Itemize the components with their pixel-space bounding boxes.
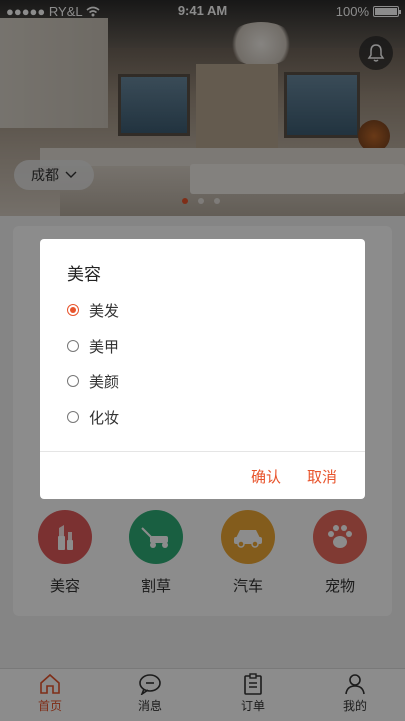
radio-icon <box>67 340 79 352</box>
option-label: 美颜 <box>89 373 120 391</box>
option-label: 化妆 <box>89 409 120 427</box>
radio-checked-icon <box>67 304 79 316</box>
option-label: 美甲 <box>89 338 120 356</box>
radio-icon <box>67 375 79 387</box>
confirm-button[interactable]: 确认 <box>251 466 281 487</box>
category-dialog: 美容 美发 美甲 美颜 化妆 确认 取消 <box>40 239 365 499</box>
option-nails[interactable]: 美甲 <box>67 335 119 357</box>
option-face[interactable]: 美颜 <box>67 370 119 392</box>
option-makeup[interactable]: 化妆 <box>67 406 119 428</box>
radio-icon <box>67 411 79 423</box>
option-hair[interactable]: 美发 <box>67 299 119 321</box>
dialog-title: 美容 <box>67 265 101 284</box>
dialog-divider <box>40 451 365 452</box>
option-label: 美发 <box>89 302 120 320</box>
cancel-button[interactable]: 取消 <box>307 466 337 487</box>
